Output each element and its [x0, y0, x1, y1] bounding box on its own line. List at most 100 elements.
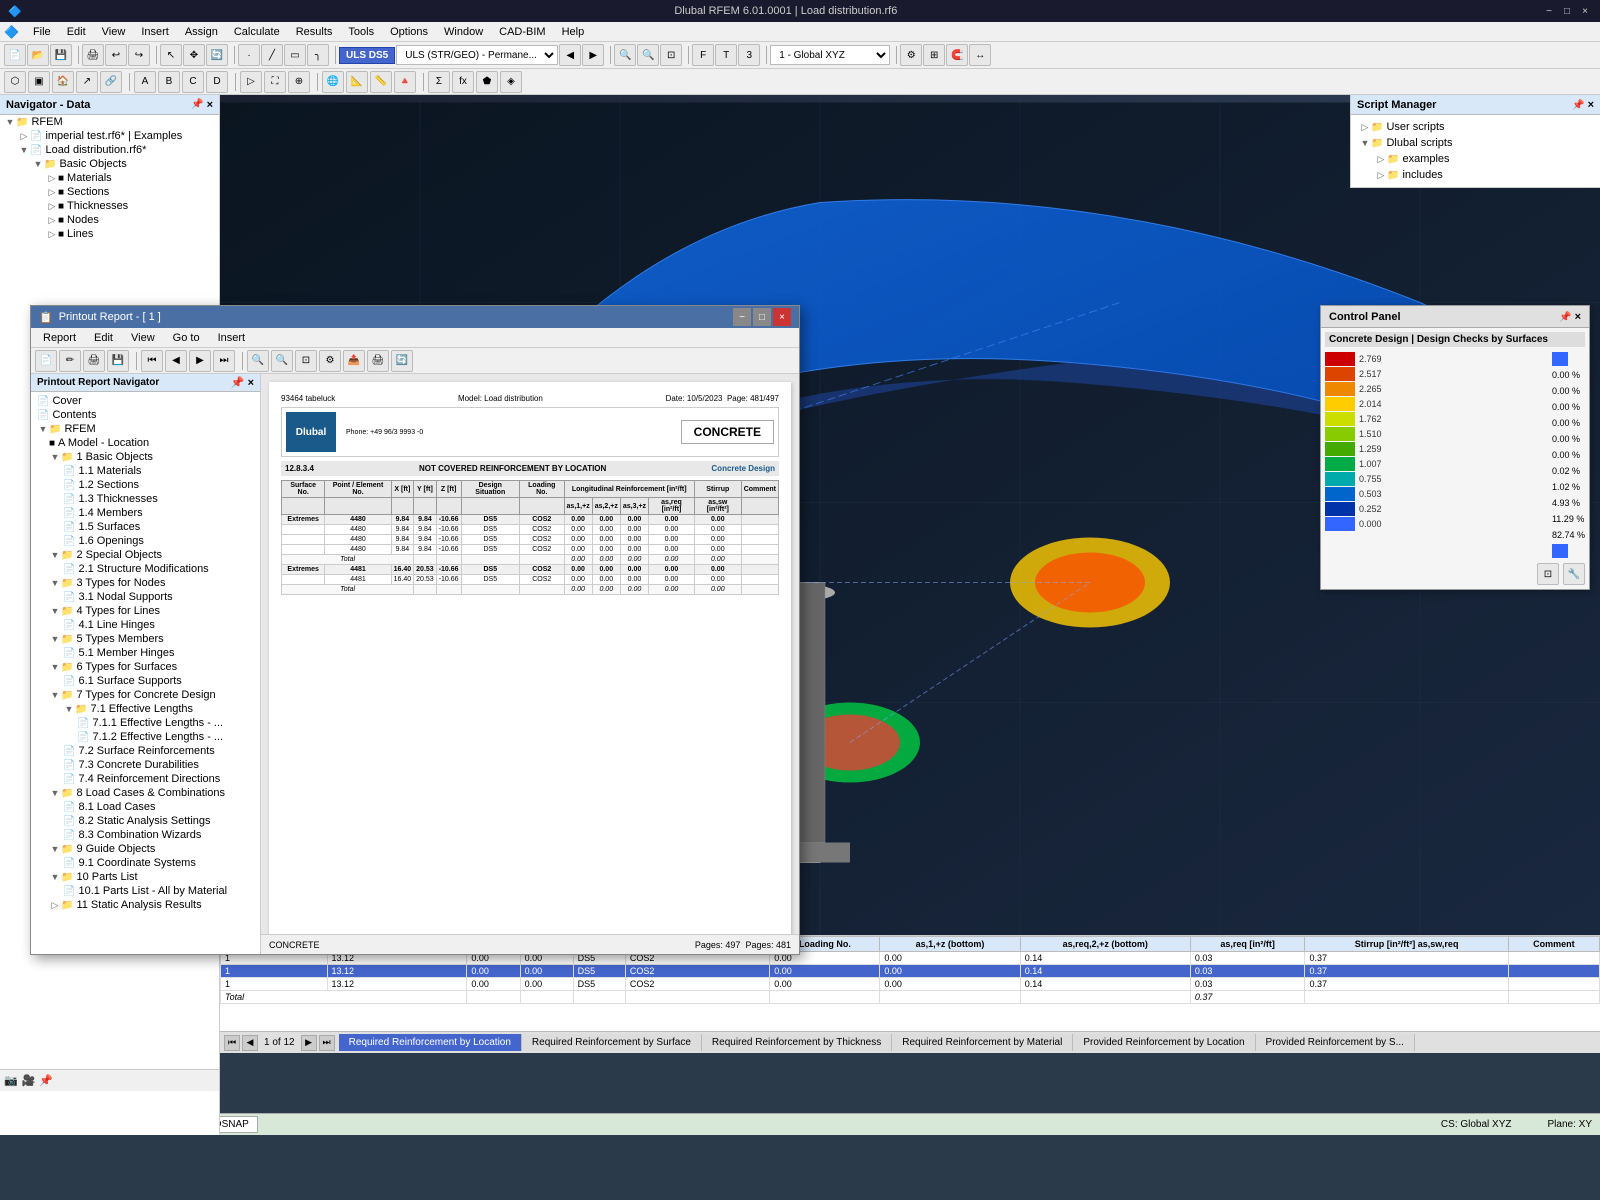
report-menu-edit[interactable]: Edit — [86, 330, 121, 346]
rn-eff-len-2[interactable]: 📄7.1.2 Effective Lengths - ... — [33, 730, 258, 744]
sm-item-user[interactable]: ▷ 📁 User scripts — [1355, 119, 1596, 135]
report-menu-report[interactable]: Report — [35, 330, 84, 346]
page-first-btn[interactable]: ⏮ — [224, 1035, 240, 1051]
rn-eff-len-1[interactable]: 📄7.1.1 Effective Lengths - ... — [33, 716, 258, 730]
tb-select[interactable]: ↖ — [160, 44, 182, 66]
menu-edit[interactable]: Edit — [59, 24, 94, 40]
tb-r3[interactable]: 🏠 — [52, 71, 74, 93]
menu-assign[interactable]: Assign — [177, 24, 226, 40]
rn-static[interactable]: 📄8.2 Static Analysis Settings — [33, 814, 258, 828]
expand-icon[interactable]: ▷ — [46, 172, 58, 184]
tb-open[interactable]: 📂 — [27, 44, 49, 66]
menu-options[interactable]: Options — [382, 24, 436, 40]
expand-icon[interactable]: ▷ — [49, 899, 61, 911]
tb-r15[interactable]: 📏 — [370, 71, 392, 93]
rtb-btn3[interactable]: 🖨 — [83, 350, 105, 372]
cp-pin-icon[interactable]: 📌 — [1559, 312, 1571, 323]
expand-icon[interactable]: ▷ — [1375, 169, 1387, 181]
rn-concrete-dur[interactable]: 📄7.3 Concrete Durabilities — [33, 758, 258, 772]
sm-item-includes[interactable]: ▷ 📁 includes — [1355, 167, 1596, 183]
tb-r4[interactable]: ↗ — [76, 71, 98, 93]
video-icon[interactable]: 🎥 — [22, 1074, 36, 1087]
nav-pin-icon[interactable]: 📌 — [191, 99, 203, 111]
expand-icon[interactable]: ▼ — [49, 633, 61, 645]
tb-r11[interactable]: ⛶ — [264, 71, 286, 93]
tab-prov-by-s[interactable]: Provided Reinforcement by S... — [1256, 1034, 1415, 1051]
sm-item-examples[interactable]: ▷ 📁 examples — [1355, 151, 1596, 167]
tb-r19[interactable]: ⬟ — [476, 71, 498, 93]
tree-item-materials[interactable]: ▷ ■ Materials — [0, 171, 219, 185]
expand-icon[interactable]: ▼ — [49, 605, 61, 617]
tb-r9[interactable]: D — [206, 71, 228, 93]
expand-icon[interactable]: ▷ — [1359, 121, 1371, 133]
tb-rotate[interactable]: 🔄 — [206, 44, 228, 66]
rn-cover[interactable]: 📄Cover — [33, 394, 258, 408]
expand-icon[interactable]: ▼ — [49, 871, 61, 883]
rn-types-surfaces[interactable]: ▼📁6 Types for Surfaces — [33, 660, 258, 674]
tb-member[interactable]: ╮ — [307, 44, 329, 66]
rn-sections[interactable]: 📄1.2 Sections — [33, 478, 258, 492]
rn-rfem[interactable]: ▼📁RFEM — [33, 422, 258, 436]
minimize-button[interactable]: − — [1542, 4, 1556, 18]
rn-parts-all[interactable]: 📄10.1 Parts List - All by Material — [33, 884, 258, 898]
tb-r6[interactable]: A — [134, 71, 156, 93]
rn-members[interactable]: 📄1.4 Members — [33, 506, 258, 520]
tb-move[interactable]: ✥ — [183, 44, 205, 66]
expand-icon[interactable]: ▼ — [49, 451, 61, 463]
tb-r17[interactable]: Σ — [428, 71, 450, 93]
expand-icon[interactable]: ▼ — [49, 549, 61, 561]
tree-item-thicknesses[interactable]: ▷ ■ Thicknesses — [0, 199, 219, 213]
rn-types-lines[interactable]: ▼📁4 Types for Lines — [33, 604, 258, 618]
pin-icon[interactable]: 📌 — [39, 1074, 53, 1087]
menu-view[interactable]: View — [94, 24, 134, 40]
tree-item-basic[interactable]: ▼ 📁 Basic Objects — [0, 157, 219, 171]
rn-surfaces[interactable]: 📄1.5 Surfaces — [33, 520, 258, 534]
rtb-prev-first[interactable]: ⏮ — [141, 350, 163, 372]
expand-icon[interactable]: ▼ — [63, 703, 75, 715]
tb-r5[interactable]: 🔗 — [100, 71, 122, 93]
expand-icon[interactable]: ▷ — [46, 228, 58, 240]
rtb-btn2[interactable]: ✏ — [59, 350, 81, 372]
page-prev-btn[interactable]: ◀ — [242, 1035, 258, 1051]
rn-reinf-dir[interactable]: 📄7.4 Reinforcement Directions — [33, 772, 258, 786]
rn-types-nodes[interactable]: ▼📁3 Types for Nodes — [33, 576, 258, 590]
tb-zoom-out[interactable]: 🔍 — [637, 44, 659, 66]
tb-settings[interactable]: ⚙ — [900, 44, 922, 66]
tb-dim[interactable]: ↔ — [969, 44, 991, 66]
menu-help[interactable]: Help — [554, 24, 593, 40]
tree-item-nodes[interactable]: ▷ ■ Nodes — [0, 213, 219, 227]
rn-special[interactable]: ▼📁2 Special Objects — [33, 548, 258, 562]
cp-btn1[interactable]: ⊡ — [1537, 563, 1559, 585]
tb-new[interactable]: 📄 — [4, 44, 26, 66]
rn-surf-supp[interactable]: 📄6.1 Surface Supports — [33, 674, 258, 688]
page-next-btn[interactable]: ▶ — [301, 1035, 317, 1051]
rn-line-hinges[interactable]: 📄4.1 Line Hinges — [33, 618, 258, 632]
report-maximize[interactable]: □ — [753, 308, 771, 326]
expand-icon[interactable]: ▼ — [4, 116, 16, 128]
rtb-export[interactable]: 📤 — [343, 350, 365, 372]
tb-r8[interactable]: C — [182, 71, 204, 93]
rn-thicknesses[interactable]: 📄1.3 Thicknesses — [33, 492, 258, 506]
tb-uls-label[interactable]: ULS DS5 — [339, 47, 395, 64]
rtb-btn1[interactable]: 📄 — [35, 350, 57, 372]
expand-icon[interactable]: ▼ — [37, 423, 49, 435]
tb-print[interactable]: 🖨 — [82, 44, 104, 66]
rtb-prev[interactable]: ◀ — [165, 350, 187, 372]
rn-model[interactable]: ■A Model - Location — [33, 436, 258, 450]
expand-icon[interactable]: ▼ — [18, 144, 30, 156]
rn-contents[interactable]: 📄Contents — [33, 408, 258, 422]
camera-icon[interactable]: 📷 — [4, 1074, 18, 1087]
rn-openings[interactable]: 📄1.6 Openings — [33, 534, 258, 548]
expand-icon[interactable]: ▷ — [46, 200, 58, 212]
rtb-fit[interactable]: ⊡ — [295, 350, 317, 372]
sm-close-icon[interactable]: × — [1588, 99, 1594, 111]
tb-prev-design[interactable]: ◀ — [559, 44, 581, 66]
rtb-next-last[interactable]: ⏭ — [213, 350, 235, 372]
tab-req-by-location[interactable]: Required Reinforcement by Location — [339, 1034, 522, 1051]
tab-req-by-thickness[interactable]: Required Reinforcement by Thickness — [702, 1034, 892, 1051]
tb-r10[interactable]: ▷ — [240, 71, 262, 93]
tb-zoom-in[interactable]: 🔍 — [614, 44, 636, 66]
report-minimize[interactable]: − — [733, 308, 751, 326]
maximize-button[interactable]: □ — [1560, 4, 1574, 18]
tab-req-by-surface[interactable]: Required Reinforcement by Surface — [522, 1034, 702, 1051]
